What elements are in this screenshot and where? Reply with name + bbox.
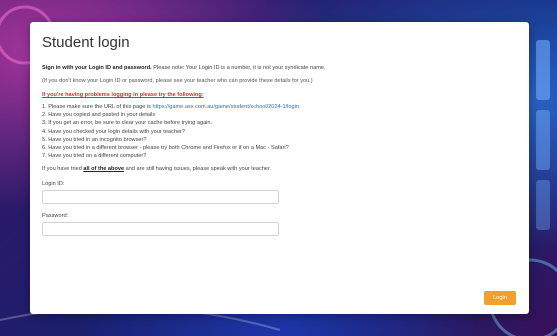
- password-label: Password:: [42, 213, 69, 220]
- list-item: 5. Have you tried in an incognito browse…: [42, 136, 147, 143]
- final-emphasis: all of the above: [83, 166, 125, 173]
- list-item: 3. If you get an error, be sure to clear…: [42, 120, 213, 127]
- login-id-input[interactable]: [42, 190, 279, 205]
- list-item: 7. Have you tried on a different compute…: [42, 153, 147, 160]
- list-item: 4. Have you checked your login details w…: [42, 128, 186, 135]
- help-note: (If you don't know your Login ID or pass…: [42, 78, 313, 84]
- intro-bold: Sign in with your Login ID and password.: [42, 65, 152, 71]
- list-item: 2. Have you copied and pasted in your de…: [42, 112, 156, 119]
- login-panel: Student login Sign in with your Login ID…: [30, 22, 529, 314]
- troubleshoot-list: 1. Please make sure the URL of this page…: [42, 103, 517, 160]
- login-url-link[interactable]: https://game.asx.com.au/game/student/sch…: [152, 104, 298, 110]
- list-item: 6. Have you tried in a different browser…: [42, 145, 289, 152]
- page-title: Student login: [42, 34, 130, 51]
- intro-text: Sign in with your Login ID and password.…: [42, 65, 517, 71]
- login-id-label: Login ID:: [42, 181, 65, 188]
- intro-rest: Please note: Your Login ID is a number, …: [151, 65, 326, 71]
- trouble-heading: If you're having problems logging in ple…: [42, 92, 204, 98]
- list-item: 1. Please make sure the URL of this page…: [42, 104, 299, 110]
- login-button[interactable]: Login: [484, 291, 516, 305]
- final-note: If you have tried all of the above and a…: [42, 166, 272, 173]
- password-input[interactable]: [42, 222, 279, 237]
